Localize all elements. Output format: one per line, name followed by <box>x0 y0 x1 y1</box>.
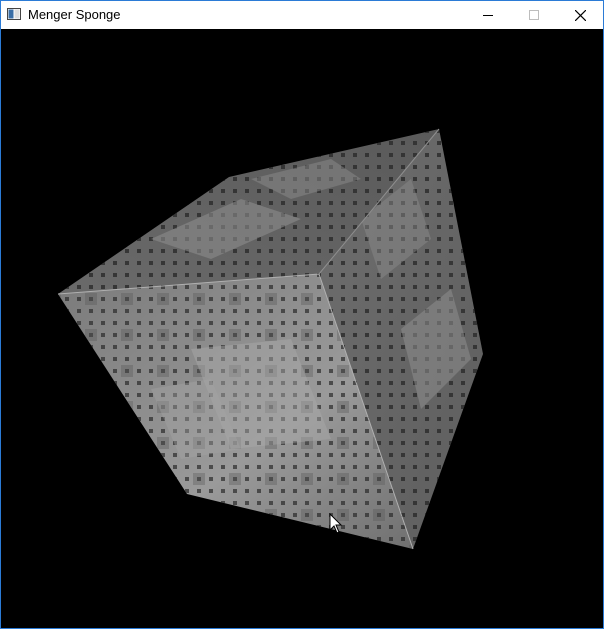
minimize-button[interactable] <box>465 1 511 29</box>
mouse-cursor-icon <box>329 513 343 534</box>
title-bar[interactable]: Menger Sponge <box>1 1 603 29</box>
maximize-icon <box>529 10 539 20</box>
render-viewport[interactable] <box>1 29 603 628</box>
close-icon <box>574 9 586 21</box>
cube-front-face <box>58 274 413 549</box>
app-icon <box>7 8 21 20</box>
window-title: Menger Sponge <box>28 7 121 22</box>
maximize-button[interactable] <box>511 1 557 29</box>
minimize-icon <box>483 15 493 16</box>
close-button[interactable] <box>557 1 603 29</box>
app-window: Menger Sponge <box>0 0 604 629</box>
menger-sponge-render <box>57 128 483 550</box>
